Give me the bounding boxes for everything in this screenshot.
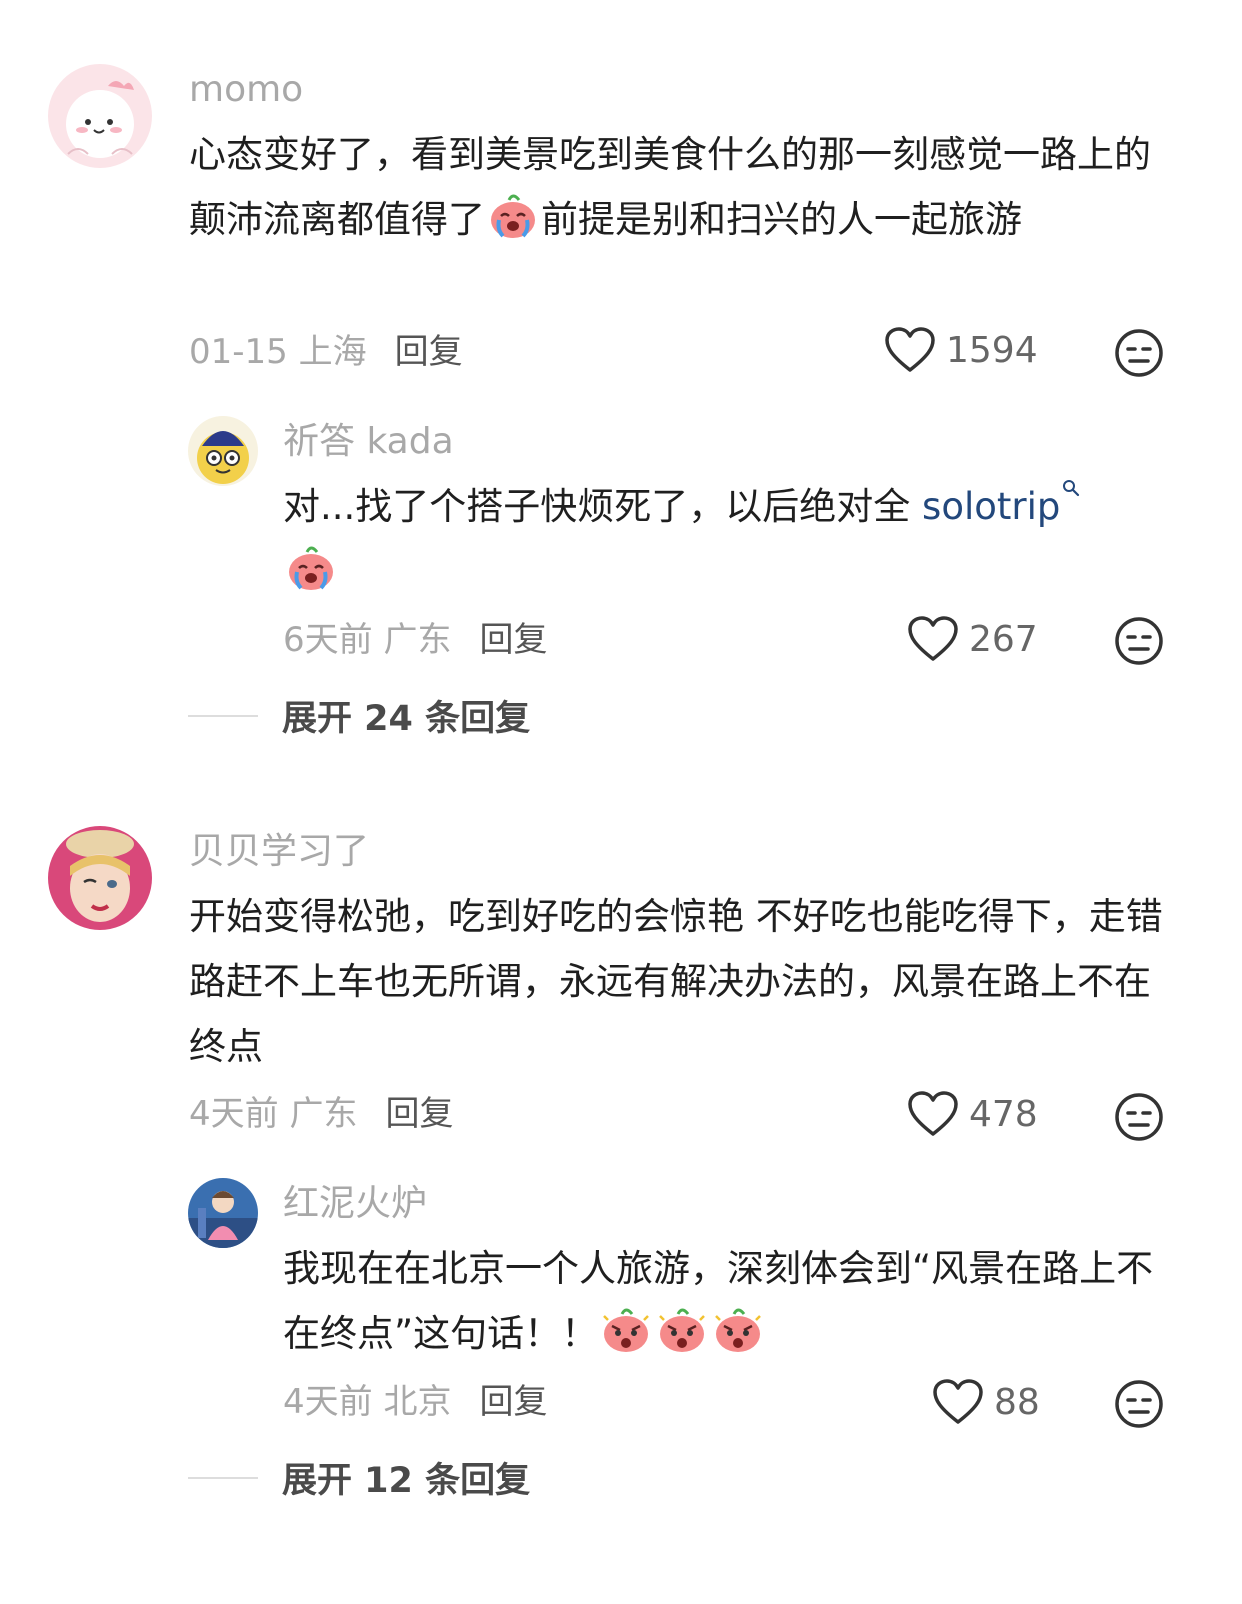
reply-time-location: 6天前 广东 [283, 620, 452, 660]
dislike-face-icon[interactable] [1114, 1092, 1164, 1142]
crying-face-emoji [285, 544, 337, 592]
username[interactable]: 贝贝学习了 [189, 830, 369, 874]
comment-text-part: 前提是别和扫兴的人一起旅游 [541, 198, 1022, 241]
like-button[interactable]: 478 [907, 1090, 1038, 1138]
like-button[interactable]: 267 [907, 615, 1038, 663]
dislike-face-icon[interactable] [1114, 328, 1164, 378]
avatar[interactable] [48, 64, 152, 168]
crying-face-emoji [487, 192, 539, 240]
heart-icon [908, 616, 958, 661]
dislike-face-icon[interactable] [1114, 1379, 1164, 1429]
reply-text-part: 对...找了个搭子快烦死了，以后绝对全 [283, 485, 923, 528]
divider [188, 1476, 258, 1479]
comment-text: 心态变好了，看到美景吃到美食什么的那一刻感觉一路上的颠沛流离都值得了 前提是别和扫… [189, 122, 1179, 252]
reply-text: 对...找了个搭子快烦死了，以后绝对全 solotrip [283, 474, 1173, 604]
comment-time-location: 4天前 广东 [189, 1094, 358, 1134]
reply-button[interactable]: 回复 [479, 620, 547, 660]
heart-icon [933, 1379, 983, 1424]
reply-meta: 6天前 广东 回复 [283, 618, 547, 662]
reply-text: 我现在在北京一个人旅游，深刻体会到“风景在路上不在终点”这句话！！ [283, 1236, 1163, 1366]
dislike-face-icon[interactable] [1114, 616, 1164, 666]
heart-icon [885, 327, 935, 372]
reply-time-location: 4天前 北京 [283, 1382, 452, 1422]
like-button[interactable]: 1594 [884, 326, 1038, 374]
comment-text: 开始变得松弛，吃到好吃的会惊艳 不好吃也能吃得下，走错路赶不上车也无所谓，永远有… [189, 895, 1163, 1068]
avatar[interactable] [48, 826, 152, 930]
comment-meta: 01-15 上海 回复 [189, 330, 463, 374]
shocked-face-emoji [712, 1306, 764, 1354]
username[interactable]: 红泥火炉 [283, 1182, 427, 1226]
comment-time-location: 01-15 上海 [189, 332, 367, 372]
reply-button[interactable]: 回复 [385, 1094, 453, 1134]
username[interactable]: momo [189, 68, 303, 112]
expand-replies-button[interactable]: 展开 12 条回复 [188, 1452, 530, 1503]
username[interactable]: 祈答 kada [283, 420, 454, 464]
expand-replies-label: 展开 12 条回复 [282, 1461, 531, 1501]
like-button[interactable]: 88 [932, 1378, 1040, 1426]
shocked-face-emoji [600, 1306, 652, 1354]
like-count: 478 [969, 1093, 1038, 1135]
like-count: 267 [969, 618, 1038, 660]
expand-replies-label: 展开 24 条回复 [282, 699, 531, 739]
reply-button[interactable]: 回复 [479, 1382, 547, 1422]
comment-meta: 4天前 广东 回复 [189, 1092, 453, 1136]
divider [188, 714, 258, 717]
reply-meta: 4天前 北京 回复 [283, 1380, 547, 1424]
hashtag-link[interactable]: solotrip [922, 480, 1080, 528]
reply-button[interactable]: 回复 [395, 332, 463, 372]
expand-replies-button[interactable]: 展开 24 条回复 [188, 690, 530, 741]
avatar[interactable] [188, 1178, 258, 1248]
avatar[interactable] [188, 416, 258, 486]
shocked-face-emoji [656, 1306, 708, 1354]
like-count: 1594 [946, 329, 1038, 371]
search-icon [1063, 480, 1080, 497]
heart-icon [908, 1091, 958, 1136]
like-count: 88 [994, 1381, 1040, 1423]
